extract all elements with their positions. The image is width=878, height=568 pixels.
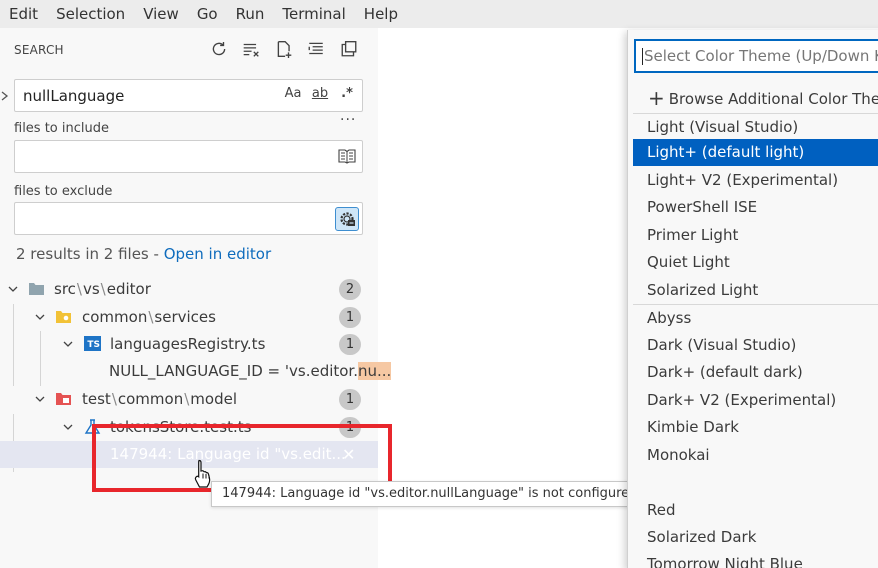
tree-file-languagesregistry[interactable]: TS languagesRegistry.ts 1 [0, 331, 378, 358]
chevron-down-icon [8, 286, 18, 292]
theme-item[interactable]: Solarized Light [633, 277, 878, 304]
tree-folder-common-services[interactable]: common\services 1 [0, 304, 378, 331]
chevron-down-icon [63, 341, 73, 347]
folder-icon [29, 283, 44, 295]
theme-item[interactable]: Solarized Dark [633, 524, 878, 551]
tree-file-label: languagesRegistry.ts [110, 335, 266, 353]
theme-item[interactable]: Dark+ (default dark) [633, 359, 878, 386]
hand-pointer-cursor-icon [194, 459, 211, 488]
menu-edit[interactable]: Edit [0, 4, 47, 24]
view-as-tree-icon[interactable] [338, 38, 360, 60]
use-regex-toggle[interactable]: .* [336, 86, 358, 101]
typescript-file-icon: TS [84, 336, 101, 351]
theme-item[interactable]: PowerShell ISE [633, 194, 878, 221]
use-exclude-settings-gear-icon[interactable] [335, 207, 359, 231]
tree-folder-src-vs-editor[interactable]: src\vs\editor 2 [0, 276, 378, 303]
toggle-replace-chevron-icon[interactable] [0, 89, 10, 103]
theme-item[interactable]: Tomorrow Night Blue [633, 551, 878, 568]
match-case-toggle[interactable]: Aa [282, 86, 304, 101]
chevron-down-icon [35, 314, 45, 320]
theme-item[interactable]: Primer Light [633, 222, 878, 249]
text-caret [642, 48, 643, 65]
results-summary: 2 results in 2 files - Open in editor [16, 245, 271, 263]
result-count-badge: 1 [339, 307, 361, 328]
theme-item[interactable]: Monokai [633, 442, 878, 469]
tree-folder-label: test\common\model [82, 390, 237, 408]
browse-additional-themes-item[interactable]: + Browse Additional Color Ther [633, 85, 878, 112]
collapse-all-icon[interactable] [305, 38, 327, 60]
result-count-badge: 2 [339, 279, 361, 300]
open-editors-only-book-icon[interactable] [338, 148, 356, 164]
color-theme-quick-pick: Select Color Theme (Up/Down Ke + Browse A… [627, 30, 878, 568]
search-query-text: nullLanguage [23, 87, 125, 105]
tree-folder-test-common-model[interactable]: test\common\model 1 [0, 386, 378, 413]
new-search-editor-icon[interactable] [273, 38, 295, 60]
theme-item[interactable]: Dark (Visual Studio) [633, 332, 878, 359]
toggle-search-details-button[interactable]: ··· [340, 112, 356, 128]
menu-go[interactable]: Go [188, 4, 227, 24]
match-highlight: nu... [358, 362, 392, 380]
menu-view[interactable]: View [134, 4, 188, 24]
tree-folder-label: src\vs\editor [54, 280, 151, 298]
add-icon: + [648, 86, 665, 110]
menu-help[interactable]: Help [355, 4, 407, 24]
search-input[interactable]: nullLanguage Aa ab .* [14, 79, 363, 112]
filter-placeholder: Select Color Theme (Up/Down Ke [644, 47, 878, 65]
services-folder-icon [56, 311, 71, 323]
theme-item[interactable]: Light+ V2 (Experimental) [633, 167, 878, 194]
match-text: NULL_LANGUAGE_ID = 'vs.editor.nu... [109, 362, 392, 380]
open-in-editor-link[interactable]: Open in editor [164, 245, 271, 263]
files-to-include-label: files to include [14, 121, 109, 136]
theme-item[interactable]: Red [633, 497, 878, 524]
tree-folder-label: common\services [82, 308, 216, 326]
theme-item-selected[interactable]: Light+ (default light) [633, 139, 878, 166]
files-to-exclude-input[interactable] [14, 202, 363, 235]
clear-results-icon[interactable] [240, 38, 262, 60]
theme-item[interactable]: Abyss [633, 304, 878, 331]
theme-item[interactable]: Kimbie Dark [633, 414, 878, 441]
search-view-title: SEARCH [14, 43, 64, 57]
refresh-icon[interactable] [208, 38, 230, 60]
test-folder-icon [56, 393, 71, 405]
menu-bar: Edit Selection View Go Run Terminal Help [0, 0, 878, 28]
theme-item[interactable]: Dark+ V2 (Experimental) [633, 387, 878, 414]
match-whole-word-toggle[interactable]: ab [309, 86, 331, 101]
files-to-exclude-label: files to exclude [14, 184, 113, 199]
result-count-badge: 1 [339, 334, 361, 355]
result-count-badge: 1 [339, 389, 361, 410]
menu-run[interactable]: Run [227, 4, 274, 24]
chevron-down-icon [63, 424, 73, 430]
menu-terminal[interactable]: Terminal [273, 4, 354, 24]
search-match-row[interactable]: NULL_LANGUAGE_ID = 'vs.editor.nu... [0, 358, 392, 385]
theme-item[interactable]: Quiet Light [633, 249, 878, 276]
chevron-down-icon [35, 396, 45, 402]
theme-item[interactable]: Light (Visual Studio) [633, 113, 878, 140]
color-theme-filter-input[interactable]: Select Color Theme (Up/Down Ke [634, 39, 878, 73]
results-count-text: 2 results in 2 files - [16, 245, 164, 263]
files-to-include-input[interactable] [14, 140, 363, 173]
menu-selection[interactable]: Selection [47, 4, 134, 24]
